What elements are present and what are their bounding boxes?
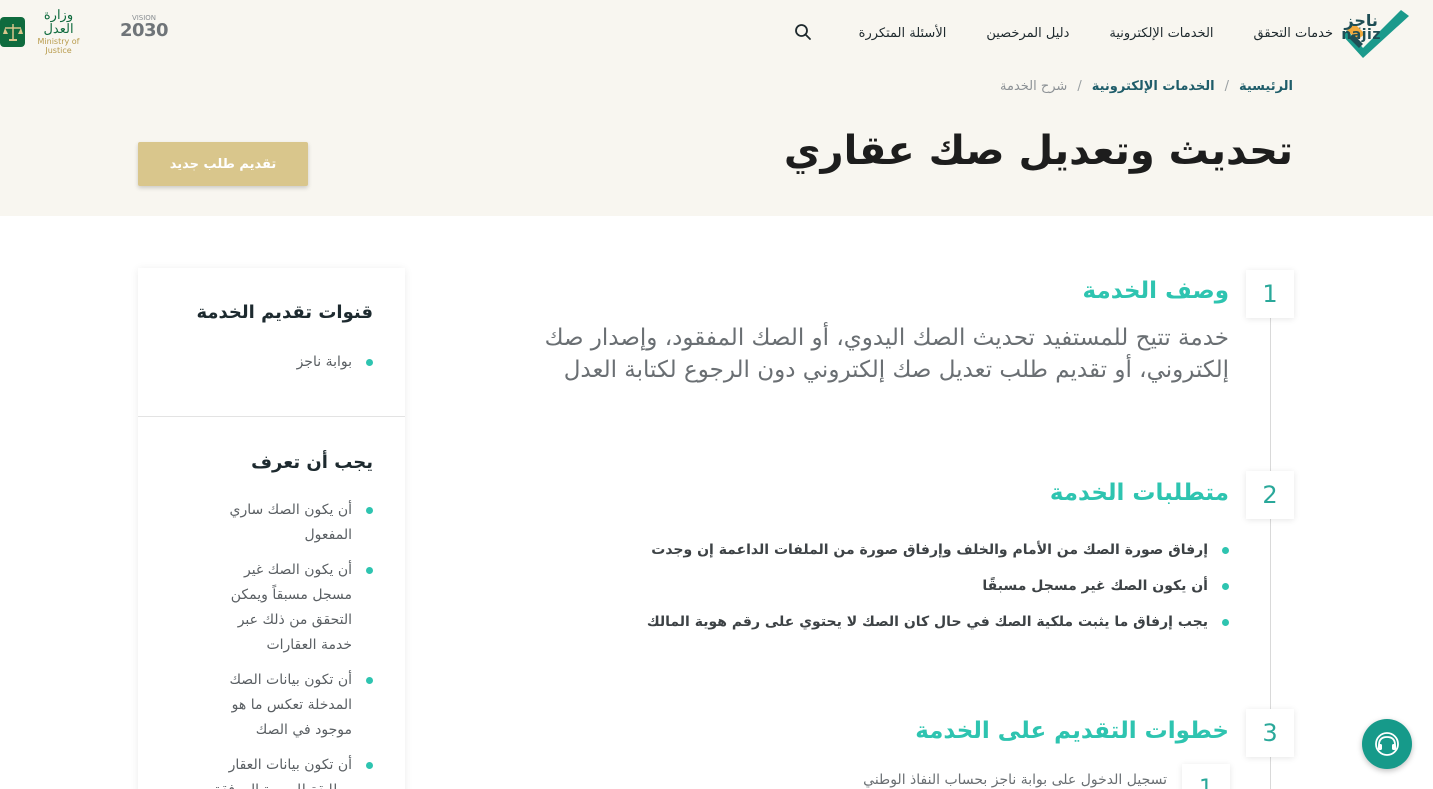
- page-title: تحديث وتعديل صك عقاري: [783, 128, 1293, 174]
- step-number-3: 3: [1246, 709, 1294, 757]
- headset-icon: [1375, 732, 1399, 756]
- step-title-service-description: وصف الخدمة: [1082, 278, 1230, 304]
- vision-2030-logo: VISION 2030: [119, 14, 169, 41]
- breadcrumb-home[interactable]: الرئيسية: [1239, 79, 1293, 94]
- ministry-of-justice-logo: وزارة العدل Ministry of Justice: [0, 9, 88, 55]
- bullet-icon: [366, 677, 373, 684]
- nav-e-services[interactable]: الخدمات الإلكترونية: [1109, 26, 1213, 41]
- breadcrumb: الرئيسية / الخدمات الإلكترونية / شرح الخ…: [1000, 79, 1293, 94]
- sidebar-divider: [138, 416, 405, 417]
- step-number-1: 1: [1246, 270, 1294, 318]
- channels-list: بوابة ناجز: [173, 350, 373, 385]
- moj-emblem-icon: [0, 17, 25, 47]
- sub-step-text: تسجيل الدخول على بوابة ناجز بحساب النفاذ…: [863, 772, 1167, 788]
- list-item: أن تكون بيانات العقار مطابقة للصورة المر…: [173, 753, 373, 789]
- najiz-logo[interactable]: ناجز najiz: [1341, 8, 1433, 58]
- list-item: أن تكون بيانات الصك المدخلة تعكس ما هو م…: [173, 668, 373, 743]
- list-item: أن يكون الصك غير مسجل مسبقًا: [609, 568, 1229, 604]
- support-chat-button[interactable]: [1362, 719, 1412, 769]
- channels-title: قنوات تقديم الخدمة: [196, 302, 373, 323]
- breadcrumb-separator: /: [1077, 79, 1082, 94]
- step-title-application-steps: خطوات التقديم على الخدمة: [915, 718, 1229, 744]
- requirements-list: إرفاق صورة الصك من الأمام والخلف وإرفاق …: [609, 532, 1229, 640]
- bullet-icon: [1222, 582, 1229, 590]
- bullet-icon: [366, 359, 373, 366]
- najiz-wordmark: ناجز najiz: [1341, 11, 1381, 43]
- service-description-text: خدمة تتيح للمستفيد تحديث الصك اليدوي، أو…: [544, 325, 1229, 383]
- bullet-icon: [366, 507, 373, 514]
- nav-licensees-guide[interactable]: دليل المرخصين: [986, 26, 1069, 41]
- step-number-2: 2: [1246, 471, 1294, 519]
- bullet-icon: [1222, 546, 1229, 554]
- breadcrumb-current: شرح الخدمة: [1000, 79, 1068, 94]
- list-item: إرفاق صورة الصك من الأمام والخلف وإرفاق …: [609, 532, 1229, 568]
- nav-faq[interactable]: الأسئلة المتكررة: [859, 26, 947, 41]
- bullet-icon: [366, 762, 373, 769]
- bullet-icon: [366, 567, 373, 574]
- list-item: يجب إرفاق ما يثبت ملكية الصك في حال كان …: [609, 604, 1229, 640]
- bullet-icon: [1222, 618, 1229, 626]
- search-icon[interactable]: [794, 23, 812, 41]
- list-item: أن يكون الصك ساري المفعول: [173, 498, 373, 548]
- should-know-title: يجب أن تعرف: [251, 452, 373, 473]
- breadcrumb-separator: /: [1224, 79, 1229, 94]
- new-request-button[interactable]: تقديم طلب جديد: [138, 142, 308, 186]
- list-item: أن يكون الصك غير مسجل مسبقاً ويمكن التحق…: [173, 558, 373, 658]
- nav-verification-services[interactable]: خدمات التحقق: [1254, 26, 1333, 41]
- breadcrumb-e-services[interactable]: الخدمات الإلكترونية: [1092, 79, 1215, 94]
- should-know-list: أن يكون الصك ساري المفعول أن يكون الصك غ…: [173, 498, 373, 789]
- step-title-requirements: متطلبات الخدمة: [1049, 480, 1229, 506]
- sub-step-number-1: 1: [1182, 764, 1230, 789]
- main-nav: خدمات التحقق الخدمات الإلكترونية دليل ال…: [859, 22, 1333, 44]
- service-sidebar: قنوات تقديم الخدمة بوابة ناجز يجب أن تعر…: [138, 268, 405, 789]
- list-item[interactable]: بوابة ناجز: [173, 350, 373, 375]
